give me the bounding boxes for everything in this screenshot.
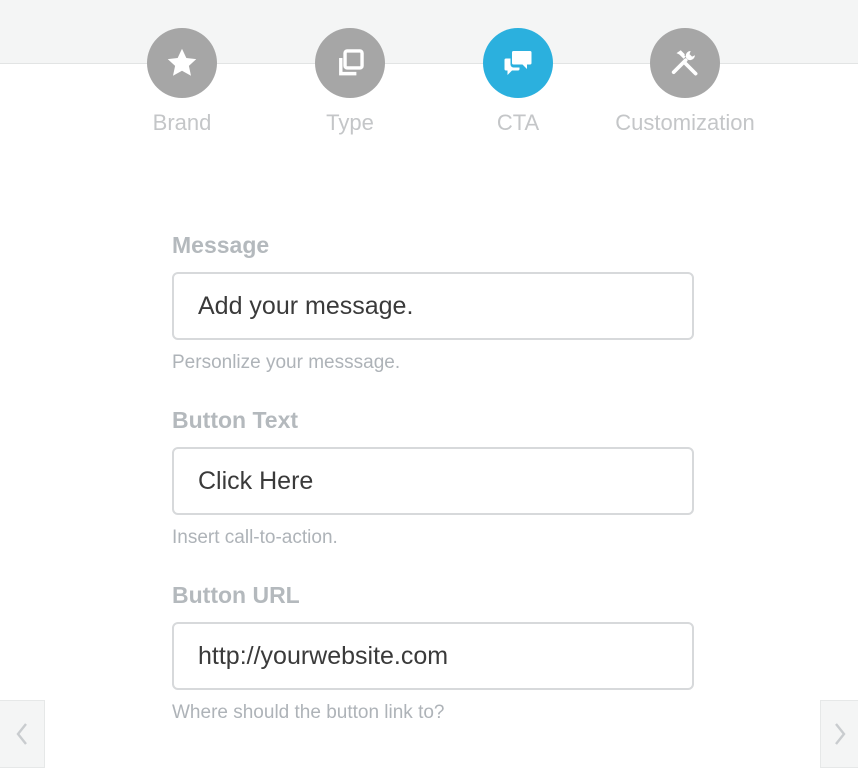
step-customization[interactable]: Customization — [585, 28, 785, 136]
step-customization-label: Customization — [615, 110, 755, 135]
message-field-group: Message Personlize your messsage. — [172, 228, 694, 375]
button-text-label: Button Text — [172, 407, 299, 433]
button-url-label: Button URL — [172, 582, 300, 608]
prev-button[interactable] — [0, 700, 45, 768]
copy-icon — [339, 49, 364, 76]
step-type-circle[interactable] — [315, 28, 385, 98]
message-label: Message — [172, 232, 270, 258]
button-text-field-group: Button Text Insert call-to-action. — [172, 403, 694, 550]
button-url-help: Where should the button link to? — [172, 702, 445, 723]
step-customization-circle[interactable] — [650, 28, 720, 98]
message-input[interactable] — [172, 272, 694, 340]
step-brand-circle[interactable] — [147, 28, 217, 98]
step-cta-circle[interactable] — [483, 28, 553, 98]
button-url-input[interactable] — [172, 622, 694, 690]
cta-wizard-page: Brand Type CTA Customization Message Add… — [0, 0, 858, 768]
chat-icon — [504, 51, 532, 75]
button-text-input[interactable] — [172, 447, 694, 515]
chevron-left-icon — [16, 723, 27, 745]
next-button[interactable] — [820, 700, 858, 768]
star-icon — [167, 48, 197, 76]
message-help: Personlize your messsage. — [172, 352, 401, 373]
cta-form: Message Personlize your messsage. Button… — [172, 228, 694, 753]
chevron-right-icon — [834, 723, 846, 745]
button-text-help: Insert call-to-action. — [172, 527, 338, 548]
tools-icon — [671, 50, 698, 76]
button-url-field-group: Button URL Where should the button link … — [172, 578, 694, 725]
